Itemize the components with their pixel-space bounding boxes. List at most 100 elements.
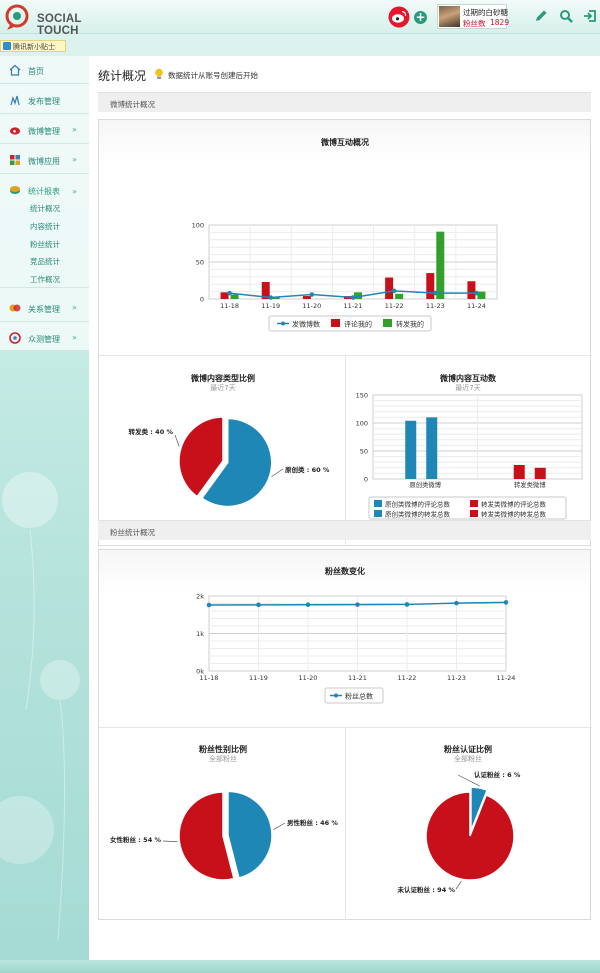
sidebar-item-publish[interactable]: 发布管理 bbox=[0, 86, 89, 114]
sidebar-subitem-competitors[interactable]: 竞品统计 bbox=[30, 256, 60, 267]
sidebar-item-label: 微博管理 bbox=[28, 127, 60, 136]
legend-symbol bbox=[331, 319, 340, 327]
x-tick-label: 11-22 bbox=[398, 674, 417, 682]
user-name[interactable]: 过期的白砂糖 bbox=[463, 7, 508, 18]
x-tick-label: 11-21 bbox=[344, 302, 363, 310]
edit-pencil-icon[interactable] bbox=[534, 9, 548, 23]
search-icon[interactable] bbox=[559, 9, 573, 23]
pie-connector bbox=[271, 468, 284, 478]
sidebar-item-label: 众测管理 bbox=[28, 335, 60, 344]
apps-icon bbox=[10, 155, 20, 165]
x-tick-label: 11-18 bbox=[200, 674, 219, 682]
sidebar-item-reports[interactable]: 统计报表 » 统计概况 内容统计 粉丝统计 竞品统计 工作概况 bbox=[0, 176, 89, 288]
bar bbox=[395, 293, 404, 299]
page-title: 统计概况 bbox=[98, 69, 147, 83]
pie-label: 男性粉丝 : 46 % bbox=[286, 818, 338, 827]
sidebar-item-crowdtest[interactable]: 众测管理 » bbox=[0, 324, 89, 352]
y-tick-label: 1k bbox=[196, 630, 204, 638]
sidebar-subitem-content[interactable]: 内容统计 bbox=[30, 221, 60, 232]
pie-label: 未认证粉丝 : 94 % bbox=[398, 885, 456, 894]
x-tick-label: 转发类微博 bbox=[514, 480, 546, 489]
line-point bbox=[227, 290, 232, 296]
legend-label: 粉丝总数 bbox=[345, 692, 373, 701]
sidebar-item-weibo[interactable]: 微博管理 » bbox=[0, 116, 89, 144]
social-touch-logo[interactable]: SOCIAL TOUCH bbox=[4, 3, 124, 37]
weibo-icon bbox=[10, 127, 20, 135]
y-tick-label: 2k bbox=[196, 593, 204, 601]
sina-weibo-icon[interactable] bbox=[388, 6, 410, 28]
line-point bbox=[474, 290, 479, 296]
weibo-stats-card: 微博互动概况 0 50 100 11-18 11-19 11-20 11-21 11-22 11… bbox=[98, 119, 592, 546]
y-tick-label: 50 bbox=[360, 448, 368, 456]
bar bbox=[302, 296, 311, 299]
line-point bbox=[309, 292, 315, 297]
pie-slice bbox=[425, 791, 515, 881]
pie-label: 转发类 : 40 % bbox=[129, 427, 174, 436]
section-title: 粉丝统计概况 bbox=[110, 528, 155, 537]
content-type-pie-chart: 原创类 : 60 % 转发类 : 40 % bbox=[129, 416, 330, 508]
sidebar-item-label: 统计报表 bbox=[28, 187, 60, 196]
sidebar-item-label: 首页 bbox=[28, 67, 44, 76]
x-tick-label: 11-23 bbox=[426, 302, 445, 310]
pie-label: 女性粉丝 : 54 % bbox=[110, 835, 161, 844]
y-tick-label: 0 bbox=[200, 296, 204, 304]
sidebar-item-relations[interactable]: 关系管理 » bbox=[0, 294, 89, 322]
lightbulb-icon bbox=[155, 68, 163, 79]
section-header-fans: 粉丝统计概况 bbox=[98, 520, 591, 540]
fans-gender-pie-chart: 男性粉丝 : 46 % 女性粉丝 : 54 % bbox=[110, 790, 338, 881]
x-tick-label: 11-20 bbox=[302, 302, 321, 310]
user-card[interactable]: 过期的白砂糖 粉丝数 1829 bbox=[437, 4, 509, 29]
publish-icon bbox=[10, 95, 20, 106]
sidebar-subitem-work[interactable]: 工作概况 bbox=[30, 274, 60, 285]
bar bbox=[436, 231, 445, 299]
sidebar-item-apps[interactable]: 微博应用 » bbox=[0, 146, 89, 174]
x-tick-label: 11-23 bbox=[447, 674, 466, 682]
legend-label: 转发类微博的评论总数 bbox=[481, 500, 547, 509]
fans-stats-card: 粉丝数变化 0k 1k 2k 11-18 11-19 11-20 11-21 11-22 11-… bbox=[98, 549, 592, 920]
avatar[interactable] bbox=[439, 6, 460, 27]
x-tick-label: 11-19 bbox=[249, 674, 268, 682]
pie-connector bbox=[273, 822, 286, 830]
logout-icon[interactable] bbox=[583, 9, 597, 23]
fans-change-chart: 0k1k2k11-18 11-19 11-20 11-21 11-22 11-23 11-2… bbox=[196, 593, 516, 704]
y-tick-label: 100 bbox=[192, 222, 204, 230]
test-icon bbox=[9, 332, 21, 344]
sidebar-item-label: 微博应用 bbox=[28, 157, 60, 166]
legend-label: 原创类微博的评论总数 bbox=[385, 500, 451, 509]
relation-icon bbox=[9, 304, 21, 312]
tip-icon bbox=[3, 42, 11, 50]
logo-text: SOCIAL TOUCH bbox=[37, 13, 82, 37]
bar bbox=[426, 417, 438, 479]
footer-strip bbox=[0, 960, 600, 973]
line-point bbox=[355, 602, 360, 607]
sidebar-subitem-overview[interactable]: 统计概况 bbox=[30, 203, 60, 214]
report-icon bbox=[10, 186, 20, 194]
sidebar-item-home[interactable]: 首页 bbox=[0, 56, 89, 84]
chevron-right-icon: » bbox=[72, 333, 77, 342]
y-tick-label: 150 bbox=[356, 392, 368, 400]
line-point bbox=[503, 600, 509, 605]
main-content: 统计概况 数据统计从账号创建后开始 微博统计概况 微博互动概况 0 50 100 11… bbox=[89, 56, 600, 973]
page-note: 数据统计从账号创建后开始 bbox=[168, 71, 258, 80]
add-account-icon[interactable]: + bbox=[414, 11, 427, 24]
bar bbox=[534, 467, 546, 479]
x-tick-label: 原创类微博 bbox=[410, 480, 442, 489]
x-tick-label: 11-24 bbox=[497, 674, 516, 682]
legend-label: 评论我的 bbox=[344, 320, 372, 329]
pie-connector bbox=[455, 880, 462, 890]
sidebar-item-label: 关系管理 bbox=[28, 305, 60, 314]
legend-symbol bbox=[470, 510, 478, 517]
x-tick-label: 11-20 bbox=[299, 674, 318, 682]
tip-text: 腾讯新小贴士 bbox=[13, 43, 55, 51]
bar bbox=[385, 277, 394, 299]
line-point bbox=[404, 602, 410, 607]
pie-connector bbox=[174, 434, 180, 447]
legend-label: 转发类微博的转发总数 bbox=[481, 510, 547, 519]
sidebar: 首页 发布管理 微博管理 » 微博应用 » 统计报表 » 统计概况 内容统计 粉… bbox=[0, 56, 89, 352]
pie-slice bbox=[227, 790, 273, 879]
legend-label: 发微博数 bbox=[292, 320, 320, 329]
sidebar-subitem-fans[interactable]: 粉丝统计 bbox=[30, 239, 60, 250]
sidebar-item-label: 发布管理 bbox=[28, 97, 60, 106]
tip-banner[interactable]: 腾讯新小贴士 bbox=[0, 40, 66, 52]
chevron-right-icon: » bbox=[72, 303, 77, 312]
